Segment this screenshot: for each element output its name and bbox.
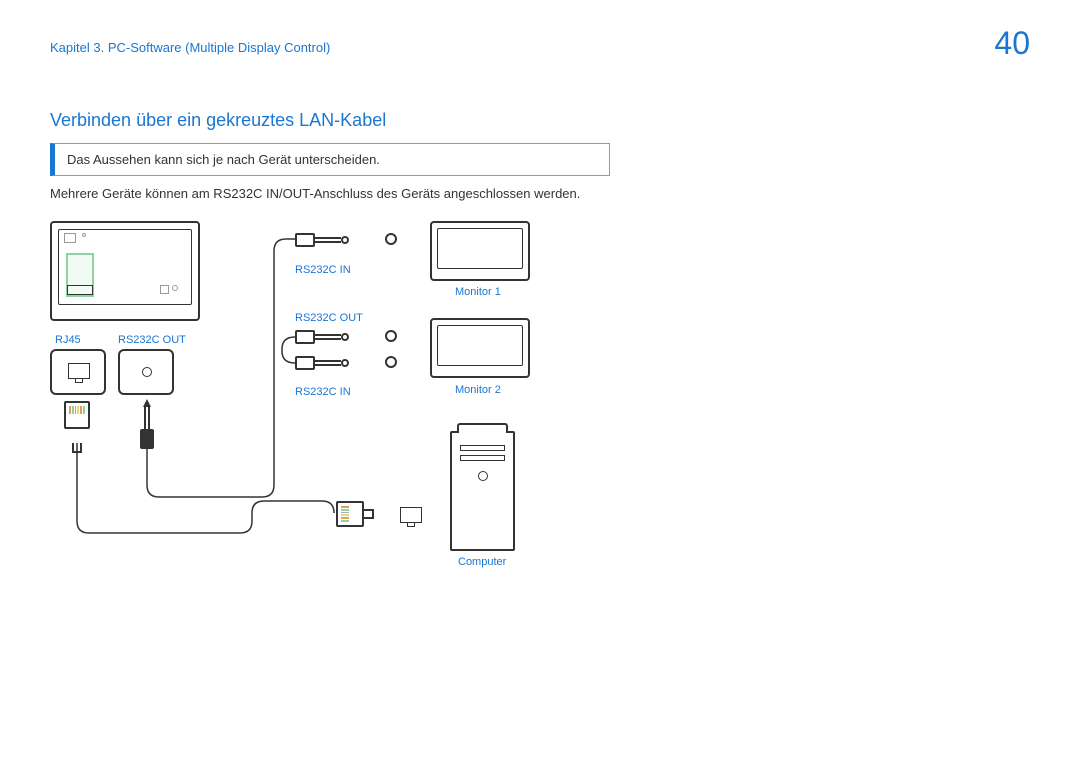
ethernet-port-icon: [400, 507, 422, 523]
monitor2-icon: [430, 318, 530, 378]
page-number: 40: [994, 25, 1030, 62]
stereo-plug-h-icon: [295, 233, 355, 247]
breadcrumb: Kapitel 3. PC-Software (Multiple Display…: [50, 40, 1030, 55]
rs232c-out-port-icon: [118, 349, 174, 395]
computer-label: Computer: [458, 556, 506, 568]
rj45-port-icon: [50, 349, 106, 395]
jack-socket-icon: [385, 233, 397, 245]
rj45-plug-icon: [64, 401, 90, 443]
body-text: Mehrere Geräte können am RS232C IN/OUT-A…: [50, 186, 1030, 201]
stereo-plug-h-icon: [295, 356, 355, 370]
note-text: Das Aussehen kann sich je nach Gerät unt…: [67, 152, 380, 167]
jack-socket-icon: [385, 356, 397, 368]
rs232c-in-label-2: RS232C IN: [295, 386, 351, 398]
main-display-icon: [50, 221, 200, 321]
jack-socket-icon: [385, 330, 397, 342]
rs232c-out-label-2: RS232C OUT: [295, 312, 363, 324]
monitor1-icon: [430, 221, 530, 281]
computer-tower-icon: [450, 431, 515, 551]
page-container: Kapitel 3. PC-Software (Multiple Display…: [0, 0, 1080, 763]
rj45-label: RJ45: [55, 334, 81, 346]
monitor1-label: Monitor 1: [455, 286, 501, 298]
rs232c-in-label-1: RS232C IN: [295, 264, 351, 276]
monitor2-label: Monitor 2: [455, 384, 501, 396]
rs232c-out-label: RS232C OUT: [118, 334, 186, 346]
stereo-plug-h-icon: [295, 330, 355, 344]
rj45-plug-h-icon: [336, 501, 378, 527]
note-box: Das Aussehen kann sich je nach Gerät unt…: [50, 143, 610, 176]
section-title: Verbinden über ein gekreuztes LAN-Kabel: [50, 110, 1030, 131]
connection-diagram: RJ45 RS232C OUT: [50, 221, 650, 621]
stereo-plug-icon: [140, 399, 154, 449]
